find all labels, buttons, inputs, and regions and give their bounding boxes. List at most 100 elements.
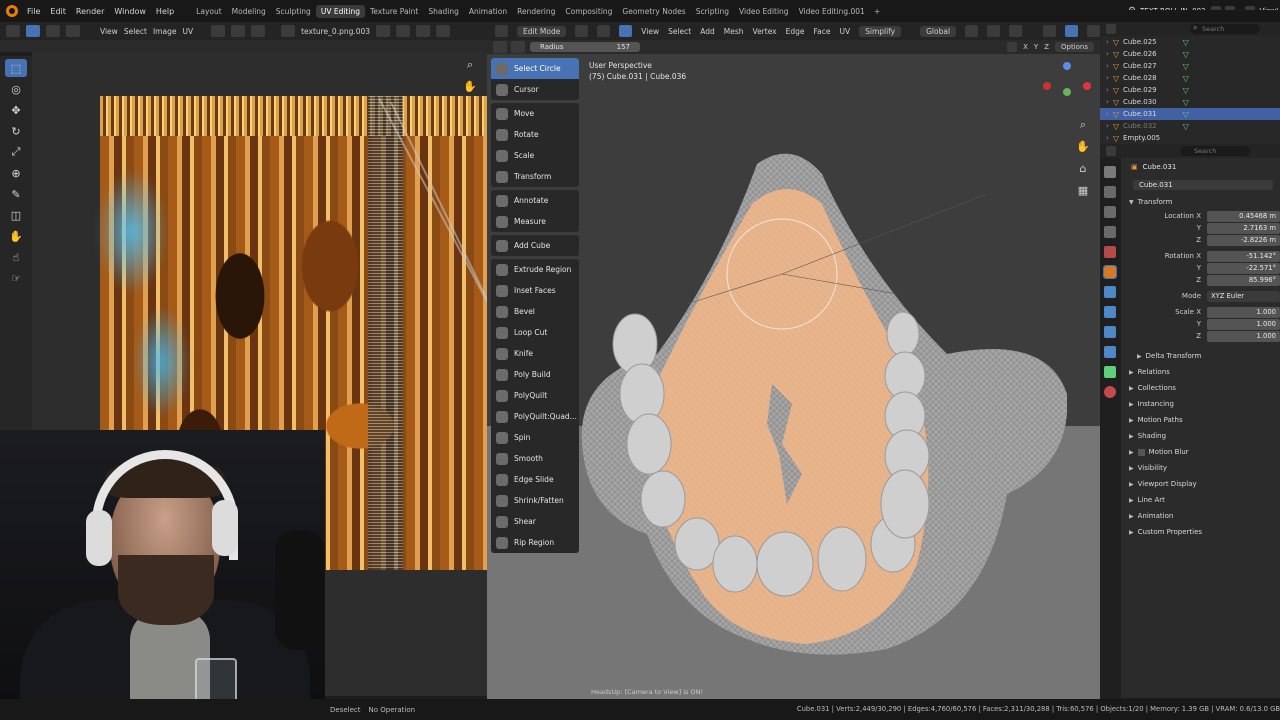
tab-video-editing-001[interactable]: Video Editing.001 — [794, 5, 870, 18]
rotation-z-field[interactable]: 85.996° — [1207, 274, 1280, 286]
tool-shrink-fatten[interactable]: Shrink/Fatten — [491, 490, 579, 511]
expand-arrow-icon[interactable]: › — [1106, 74, 1109, 82]
vp-menu-vertex[interactable]: Vertex — [753, 27, 777, 36]
tool-select-circle[interactable]: Select Circle — [491, 58, 579, 79]
axis-z-toggle[interactable]: Z — [1044, 43, 1049, 51]
outliner-row[interactable]: › ▽ Empty.005 — [1100, 132, 1280, 144]
scale-y-field[interactable]: 1.000 — [1207, 318, 1280, 330]
section-animation[interactable]: ▶ Animation — [1121, 508, 1280, 524]
motion-blur-checkbox[interactable] — [1137, 448, 1145, 456]
cursor-tool-icon[interactable]: ◎ — [5, 80, 27, 98]
constraints-tab-icon[interactable] — [1104, 346, 1116, 358]
location-z-field[interactable]: -2.8226 m — [1207, 234, 1280, 246]
section-relations[interactable]: ▶ Relations — [1121, 364, 1280, 380]
tab-layout[interactable]: Layout — [191, 5, 227, 18]
tool-smooth[interactable]: Smooth — [491, 448, 579, 469]
expand-arrow-icon[interactable]: › — [1106, 50, 1109, 58]
image-new-icon[interactable] — [396, 25, 411, 37]
section-motion-paths[interactable]: ▶ Motion Paths — [1121, 412, 1280, 428]
pinch-tool-icon[interactable]: ☞ — [5, 269, 27, 287]
tab-compositing[interactable]: Compositing — [560, 5, 617, 18]
outliner-row[interactable]: › ▽ Cube.031 ▽ — [1100, 108, 1280, 120]
menu-window[interactable]: Window — [109, 7, 151, 16]
location-y-field[interactable]: 2.7163 m — [1207, 222, 1280, 234]
axis-x-toggle[interactable]: X — [1023, 43, 1028, 51]
vp-menu-face[interactable]: Face — [814, 27, 831, 36]
tool-poly-build[interactable]: Poly Build — [491, 364, 579, 385]
move-tool-icon[interactable]: ✥ — [5, 101, 27, 119]
zoom-icon[interactable]: ⌕ — [462, 58, 478, 74]
uv-sync-icon[interactable] — [26, 25, 40, 37]
section-instancing[interactable]: ▶ Instancing — [1121, 396, 1280, 412]
gizmo-y-icon[interactable] — [1063, 88, 1071, 96]
rotation-y-field[interactable]: -22.571° — [1207, 262, 1280, 274]
scale-tool-icon[interactable]: ⤢ — [5, 143, 27, 161]
menu-edit[interactable]: Edit — [45, 7, 71, 16]
vp-menu-view[interactable]: View — [641, 27, 659, 36]
proportional-icon[interactable] — [251, 25, 266, 37]
tool-measure[interactable]: Measure — [491, 211, 579, 232]
tool-scale[interactable]: Scale — [491, 145, 579, 166]
modifier-tab-icon[interactable] — [1104, 286, 1116, 298]
tab-scripting[interactable]: Scripting — [691, 5, 734, 18]
vp-menu-select[interactable]: Select — [668, 27, 691, 36]
section-shading[interactable]: ▶ Shading — [1121, 428, 1280, 444]
expand-arrow-icon[interactable]: › — [1106, 134, 1109, 142]
tool-move[interactable]: Move — [491, 103, 579, 124]
tool-inset-faces[interactable]: Inset Faces — [491, 280, 579, 301]
tool-spin[interactable]: Spin — [491, 427, 579, 448]
tab-shading[interactable]: Shading — [423, 5, 463, 18]
tab-geometry-nodes[interactable]: Geometry Nodes — [617, 5, 690, 18]
annotate-tool-icon[interactable]: ✎ — [5, 185, 27, 203]
vp-menu-edge[interactable]: Edge — [786, 27, 805, 36]
object-tab-icon[interactable] — [1103, 265, 1117, 279]
expand-arrow-icon[interactable]: › — [1106, 110, 1109, 118]
tool-knife[interactable]: Knife — [491, 343, 579, 364]
tool-bevel[interactable]: Bevel — [491, 301, 579, 322]
section-delta-transform[interactable]: ▶ Delta Transform — [1121, 348, 1280, 364]
image-unlink-icon[interactable] — [416, 25, 431, 37]
add-workspace-icon[interactable]: + — [870, 7, 885, 16]
section-visibility[interactable]: ▶ Visibility — [1121, 460, 1280, 476]
rip-tool-icon[interactable]: ◫ — [5, 206, 27, 224]
outliner-row[interactable]: › ▽ Cube.028 ▽ — [1100, 72, 1280, 84]
vp-menu-uv[interactable]: UV — [839, 27, 850, 36]
uv-menu-uv[interactable]: UV — [182, 27, 193, 36]
image-fake-user-icon[interactable] — [376, 25, 391, 37]
tab-rendering[interactable]: Rendering — [512, 5, 560, 18]
grab-tool-icon[interactable]: ✋ — [5, 227, 27, 245]
scale-x-field[interactable]: 1.000 — [1207, 306, 1280, 318]
tool-tab-icon[interactable] — [1104, 166, 1116, 178]
pan-icon[interactable]: ✋ — [462, 80, 478, 96]
tool-annotate[interactable]: Annotate — [491, 190, 579, 211]
image-name-field[interactable]: texture_0.png.003 — [301, 27, 370, 36]
gizmo-z-icon[interactable] — [1063, 62, 1071, 70]
expand-arrow-icon[interactable]: › — [1106, 122, 1109, 130]
tab-sculpting[interactable]: Sculpting — [271, 5, 316, 18]
mirror-icon[interactable] — [1007, 42, 1018, 52]
tool-rip-region[interactable]: Rip Region — [491, 532, 579, 553]
tool-add-cube[interactable]: Add Cube — [491, 235, 579, 256]
section-line-art[interactable]: ▶ Line Art — [1121, 492, 1280, 508]
snap-icon[interactable] — [987, 25, 1001, 37]
expand-arrow-icon[interactable]: › — [1106, 38, 1109, 46]
relax-tool-icon[interactable]: ☝ — [5, 248, 27, 266]
outliner-row[interactable]: › ▽ Cube.026 ▽ — [1100, 48, 1280, 60]
outliner-type-icon[interactable] — [1106, 24, 1116, 34]
expand-arrow-icon[interactable]: › — [1106, 98, 1109, 106]
gizmo-neg-x-icon[interactable] — [1083, 82, 1091, 90]
grid-icon[interactable]: ▦ — [1075, 184, 1091, 200]
select-mode-edge-icon[interactable] — [66, 25, 80, 37]
tool-transform[interactable]: Transform — [491, 166, 579, 187]
properties-search-input[interactable]: Search — [1180, 146, 1250, 156]
tool-edge-slide[interactable]: Edge Slide — [491, 469, 579, 490]
mode-selector[interactable]: Edit Mode — [516, 25, 567, 37]
image-browse-icon[interactable] — [281, 25, 296, 37]
snap-icon[interactable] — [231, 25, 246, 37]
expand-arrow-icon[interactable]: › — [1106, 62, 1109, 70]
section-custom-properties[interactable]: ▶ Custom Properties — [1121, 524, 1280, 540]
vertex-select-icon[interactable] — [575, 25, 589, 37]
datablock-field[interactable]: Cube.031 — [1133, 180, 1273, 190]
data-tab-icon[interactable] — [1104, 366, 1116, 378]
camera-icon[interactable]: ⌂ — [1075, 162, 1091, 178]
